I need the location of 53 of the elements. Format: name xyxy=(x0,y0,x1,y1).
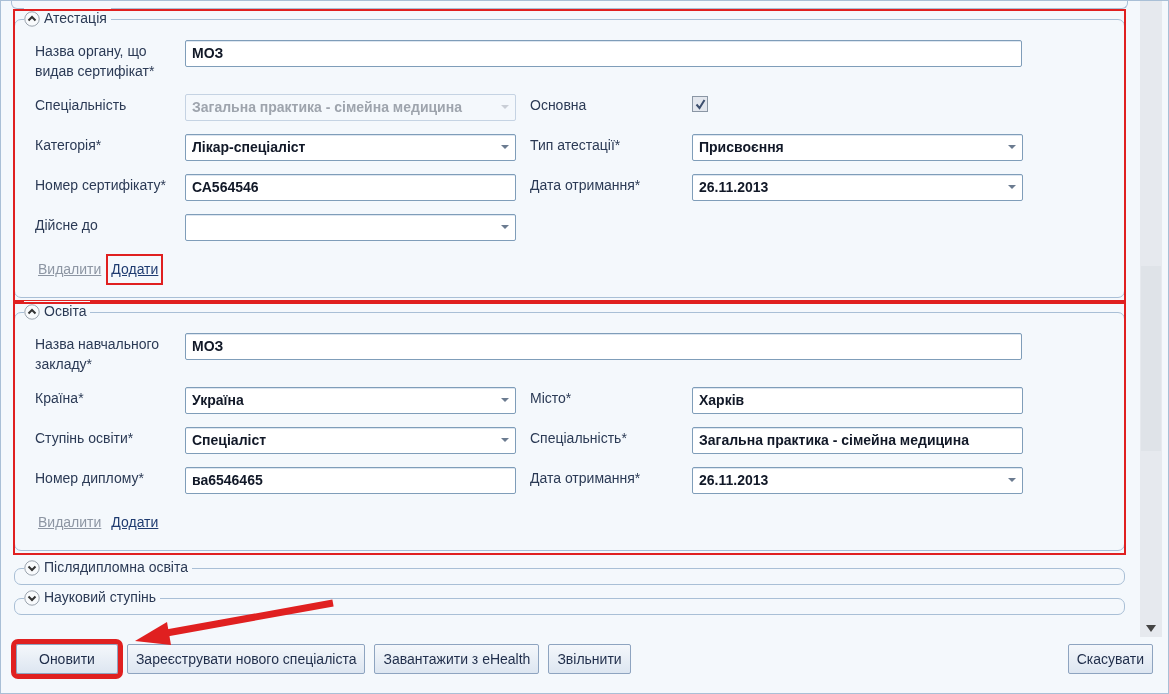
collapse-icon[interactable] xyxy=(24,10,40,27)
dropdown[interactable]: Присвоєння xyxy=(692,134,1023,161)
field-label: Назва органу, що видав сертифікат* xyxy=(35,42,156,81)
expand-icon[interactable] xyxy=(24,559,40,576)
dropdown-arrow-icon xyxy=(1008,478,1016,483)
button[interactable]: Звільнити xyxy=(548,644,631,674)
collapse-icon[interactable] xyxy=(24,303,40,320)
dropdown-arrow-icon xyxy=(501,105,509,110)
dropdown-arrow-icon xyxy=(1008,185,1016,190)
button[interactable]: Скасувати xyxy=(1067,644,1153,674)
dropdown-arrow-icon xyxy=(501,225,509,230)
field-label: Спеціальність* xyxy=(529,429,628,448)
field-label: Категорія* xyxy=(35,136,103,155)
section-title: Атестація xyxy=(44,9,107,28)
input-field[interactable]: ва6546465 xyxy=(185,467,516,494)
field-label: Дійсне до xyxy=(35,216,99,235)
input-field[interactable]: Загальна практика - сімейна медицина xyxy=(692,427,1023,454)
section-title: Науковий ступінь xyxy=(44,588,157,607)
dropdown[interactable]: Спеціаліст xyxy=(185,427,516,454)
dropdown[interactable]: 26.11.2013 xyxy=(692,174,1023,201)
scrollbar[interactable] xyxy=(1140,1,1162,637)
dropdown-arrow-icon xyxy=(501,398,509,403)
dropdown[interactable]: Україна xyxy=(185,387,516,414)
expand-icon[interactable] xyxy=(24,589,40,606)
section-title: Післядипломна освіта xyxy=(44,558,188,577)
dropdown-arrow-icon xyxy=(501,145,509,150)
field-label: Місто* xyxy=(529,389,573,408)
field-label: Основна xyxy=(529,96,588,115)
section-title: Освіта xyxy=(44,302,87,321)
field-label: Спеціальність xyxy=(35,96,128,115)
input-field[interactable]: МОЗ xyxy=(185,40,1022,67)
scroll-down-icon[interactable] xyxy=(1146,625,1156,633)
button[interactable]: Завантажити з eHealth xyxy=(374,644,540,674)
link[interactable]: Додати xyxy=(108,509,162,536)
field-label: Номер диплому* xyxy=(35,469,145,488)
field-label: Дата отримання* xyxy=(529,469,642,488)
field-label: Ступінь освіти* xyxy=(35,429,135,448)
link[interactable]: Додати xyxy=(108,256,162,283)
dropdown[interactable]: Лікар-спеціаліст xyxy=(185,134,516,161)
dropdown-arrow-icon xyxy=(1008,145,1016,150)
dropdown[interactable] xyxy=(185,214,516,241)
input-field[interactable]: Харків xyxy=(692,387,1023,414)
field-label: Країна* xyxy=(35,389,85,408)
field-label: Номер сертифікату* xyxy=(35,176,168,195)
field-label: Назва навчального закладу* xyxy=(35,335,161,374)
field-label: Дата отримання* xyxy=(529,176,642,195)
dropdown[interactable]: 26.11.2013 xyxy=(692,467,1023,494)
field-label: Тип атестації* xyxy=(529,136,622,155)
dropdown-arrow-icon xyxy=(501,438,509,443)
checkbox[interactable] xyxy=(692,96,708,112)
input-field[interactable]: МОЗ xyxy=(185,333,1022,360)
input-field[interactable]: СА564546 xyxy=(185,174,516,201)
button[interactable]: Зареєструвати нового спеціаліста xyxy=(126,644,366,674)
